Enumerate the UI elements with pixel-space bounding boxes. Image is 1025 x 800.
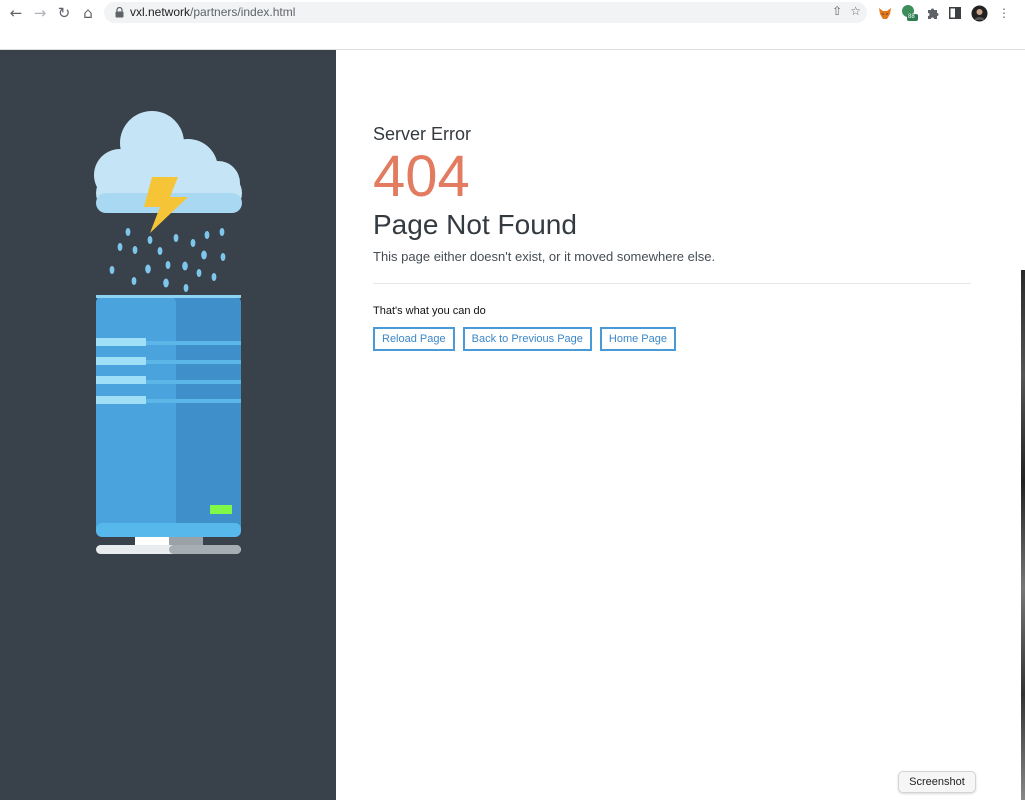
error-content-panel: Server Error 404 Page Not Found This pag… — [336, 50, 1021, 800]
url-host: vxl.network — [130, 5, 191, 19]
share-icon[interactable]: ⇧ — [832, 4, 842, 18]
avatar[interactable] — [970, 4, 988, 22]
screenshot-tooltip[interactable]: Screenshot — [898, 771, 976, 793]
home-page-button[interactable]: Home Page — [599, 327, 676, 351]
server-icon — [96, 295, 241, 554]
extension-badge-count: 88 — [908, 14, 915, 20]
home-icon[interactable]: ⌂ — [76, 1, 100, 25]
actions-heading: That's what you can do — [373, 305, 486, 317]
error-description: This page either doesn't exist, or it mo… — [373, 249, 716, 264]
lock-icon — [115, 7, 124, 18]
rain-drops — [109, 228, 226, 292]
arrow-right-icon[interactable]: → — [28, 1, 52, 25]
error-code: 404 — [373, 144, 470, 209]
page-title: Page Not Found — [373, 209, 577, 240]
puzzle-icon[interactable] — [923, 4, 941, 22]
error-content: Server Error 404 Page Not Found This pag… — [373, 124, 971, 351]
error-subtitle: Server Error — [373, 124, 472, 144]
back-to-previous-page-button[interactable]: Back to Previous Page — [462, 327, 592, 351]
url-text: vxl.network/partners/index.html — [130, 5, 295, 19]
extension-icon-badge[interactable]: 88 — [900, 4, 918, 22]
menu-kebab-icon[interactable]: ⋮ — [995, 4, 1013, 22]
illustration-panel — [0, 50, 336, 800]
divider — [373, 283, 971, 284]
address-bar[interactable]: vxl.network/partners/index.html ⇧ ☆ — [104, 2, 867, 23]
window-edge-strip — [1021, 270, 1025, 800]
toolbar-spacer — [0, 26, 1025, 50]
action-buttons: Reload Page Back to Previous Page Home P… — [373, 327, 971, 351]
side-panel-icon[interactable] — [946, 4, 964, 22]
fox-extension-icon[interactable] — [876, 4, 894, 22]
reload-icon[interactable]: ↻ — [52, 1, 76, 25]
star-icon[interactable]: ☆ — [850, 4, 861, 18]
server-storm-illustration — [94, 111, 242, 554]
reload-page-button[interactable]: Reload Page — [373, 327, 455, 351]
url-path: /partners/index.html — [190, 5, 296, 19]
browser-toolbar: ← → ↻ ⌂ vxl.network/partners/index.html … — [0, 0, 1025, 26]
error-page: Server Error 404 Page Not Found This pag… — [0, 50, 1025, 800]
arrow-left-icon[interactable]: ← — [4, 1, 28, 25]
